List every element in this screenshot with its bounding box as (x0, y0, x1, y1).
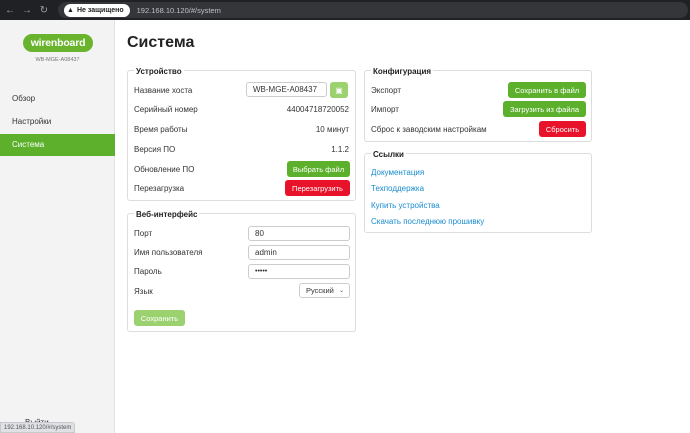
security-warning[interactable]: ▲ Не защищено (64, 3, 130, 17)
serial-value: 44004718720052 (286, 104, 349, 114)
language-select[interactable]: Русский ⌄ (299, 283, 350, 298)
import-button[interactable]: Загрузить из файла (503, 101, 586, 117)
factory-reset-button[interactable]: Сбросить (539, 121, 586, 137)
version-value: 1.1.2 (331, 144, 349, 154)
reload-icon[interactable]: ↻ (37, 5, 51, 16)
sidebar: wirenboard WB-MGE-A08437 Обзор Настройки… (0, 20, 115, 433)
device-panel-title: Устройство (134, 67, 184, 76)
port-label: Порт (134, 229, 153, 238)
password-input[interactable]: ••••• (248, 264, 350, 279)
version-label: Версия ПО (134, 144, 176, 154)
web-interface-panel: Веб-интерфейс Порт 80 Имя пользователя a… (127, 210, 356, 332)
sidebar-nav: Обзор Настройки Система (0, 88, 115, 157)
link-documentation[interactable]: Документация (371, 168, 424, 177)
status-bar-url: 192.168.10.120/#/system (0, 422, 76, 433)
save-hostname-button[interactable]: ▣ (330, 82, 348, 98)
factory-reset-label: Сброс к заводским настройкам (371, 124, 487, 134)
choose-file-button[interactable]: Выбрать файл (287, 161, 350, 177)
username-input[interactable]: admin (248, 245, 350, 260)
sidebar-item-settings[interactable]: Настройки (0, 111, 115, 133)
device-serial: WB-MGE-A08437 (35, 57, 80, 63)
hostname-input[interactable]: WB-MGE-A08437 (246, 82, 327, 97)
export-button[interactable]: Сохранить в файл (508, 82, 586, 98)
export-label: Экспорт (371, 85, 402, 95)
reboot-button[interactable]: Перезагрузить (285, 180, 350, 196)
address-bar[interactable]: ▲ Не защищено 192.168.10.120/#/system (58, 2, 688, 18)
port-input[interactable]: 80 (248, 226, 350, 241)
page-title: Система (127, 34, 195, 51)
wirenboard-logo[interactable]: wirenboard (23, 34, 93, 52)
password-label: Пароль (134, 267, 162, 276)
chevron-down-icon: ⌄ (338, 288, 344, 294)
import-label: Импорт (371, 104, 399, 114)
link-download-firmware[interactable]: Скачать последнюю прошивку (371, 217, 484, 226)
update-label: Обновление ПО (134, 164, 195, 174)
reboot-label: Перезагрузка (134, 183, 185, 193)
save-web-settings-button[interactable]: Сохранить (134, 310, 185, 326)
sidebar-item-overview[interactable]: Обзор (0, 88, 115, 110)
language-label: Язык (134, 286, 153, 296)
save-icon: ▣ (335, 85, 343, 95)
links-panel-title: Ссылки (371, 150, 406, 159)
device-panel: Устройство Название хоста WB-MGE-A08437 … (127, 67, 356, 201)
serial-label: Серийный номер (134, 104, 198, 114)
link-support[interactable]: Техподдержка (371, 184, 424, 193)
language-value: Русский (306, 286, 334, 295)
back-arrow-icon[interactable]: ← (3, 5, 17, 16)
security-label: Не защищено (76, 6, 124, 14)
web-panel-title: Веб-интерфейс (134, 210, 200, 219)
links-panel: Ссылки Документация Техподдержка Купить … (364, 150, 592, 233)
browser-toolbar: ← → ↻ ▲ Не защищено 192.168.10.120/#/sys… (0, 0, 690, 20)
config-panel-title: Конфигурация (371, 67, 434, 76)
config-panel: Конфигурация Экспорт Сохранить в файл Им… (364, 67, 592, 142)
url-text[interactable]: 192.168.10.120/#/system (137, 6, 221, 15)
forward-arrow-icon[interactable]: → (20, 5, 34, 16)
link-buy-devices[interactable]: Купить устройства (371, 201, 440, 210)
sidebar-item-system[interactable]: Система (0, 134, 115, 156)
uptime-label: Время работы (134, 124, 188, 134)
uptime-value: 10 минут (315, 124, 349, 134)
username-label: Имя пользователя (134, 248, 203, 257)
warning-icon: ▲ (67, 6, 74, 14)
hostname-label: Название хоста (134, 85, 193, 95)
